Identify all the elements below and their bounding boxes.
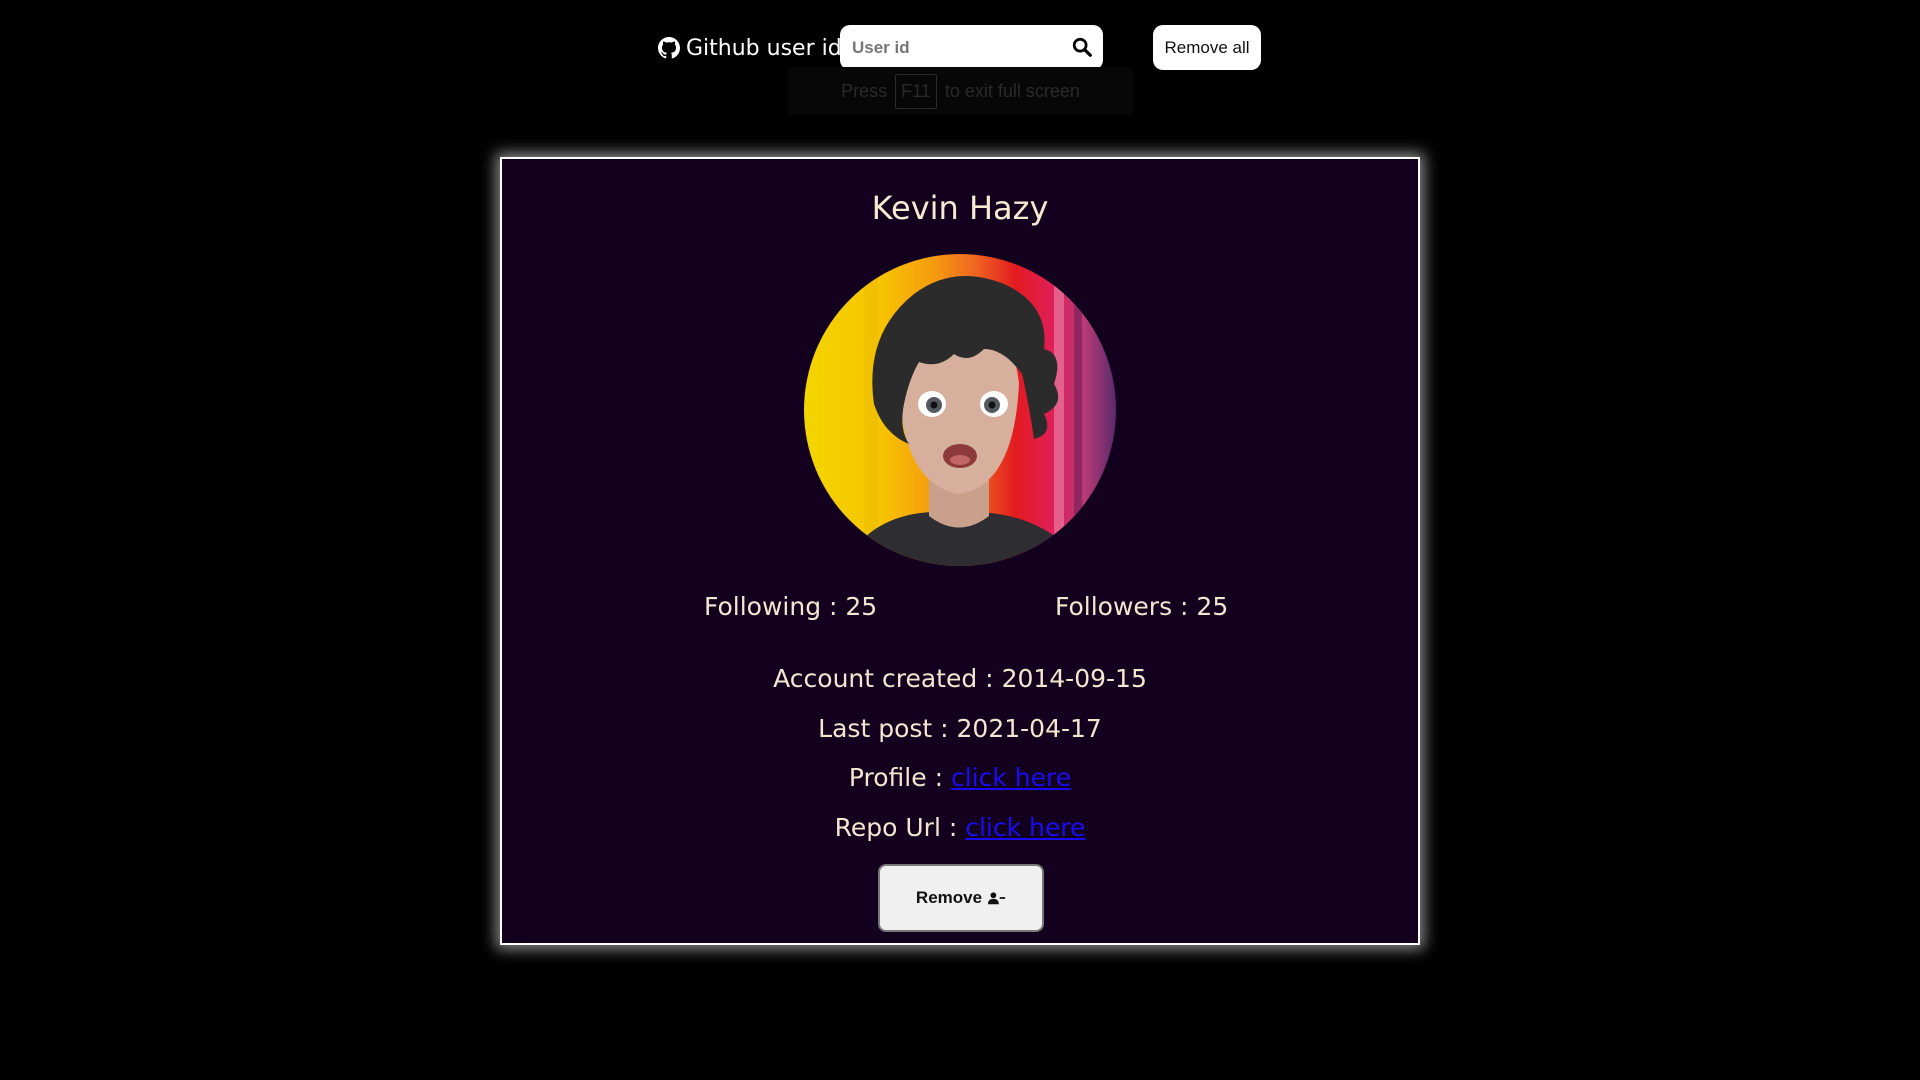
following-label: Following :	[704, 592, 846, 621]
user-id-input[interactable]	[850, 33, 1064, 63]
followers-label: Followers :	[1055, 592, 1197, 621]
account-created-date: 2014-09-15	[1001, 664, 1147, 693]
profile-link[interactable]: click here	[951, 763, 1071, 792]
search-box	[840, 25, 1103, 70]
following-stat: Following : 25	[704, 592, 877, 621]
last-post-date: 2021-04-17	[956, 714, 1102, 743]
avatar	[804, 254, 1116, 566]
fullscreen-hint-suffix: to exit full screen	[944, 80, 1080, 101]
followers-count: 25	[1196, 592, 1229, 621]
github-icon	[658, 37, 680, 59]
github-user-id-text: Github user id:	[686, 35, 850, 61]
following-count: 25	[845, 592, 878, 621]
user-minus-icon	[988, 892, 1006, 905]
profile-line: Profile : click here	[502, 763, 1418, 792]
avatar-image	[804, 254, 1116, 566]
user-name: Kevin Hazy	[871, 189, 1049, 227]
account-created-label: Account created :	[773, 664, 1002, 693]
repo-url-link[interactable]: click here	[965, 813, 1085, 842]
remove-user-button[interactable]: Remove	[878, 864, 1044, 932]
user-card: Kevin Hazy Following: 25 Followers: 25…	[500, 157, 1420, 945]
remove-button-label: Remove	[915, 888, 983, 907]
profile-label: Profile :	[848, 763, 951, 792]
fullscreen-hint: Press F11 to exit full screen	[788, 67, 1133, 115]
remove-all-button[interactable]: Remove all	[1153, 25, 1261, 70]
top-bar: Github user id: Remove all	[0, 25, 1920, 71]
account-created-line: Account created : 2014-09-15	[502, 664, 1418, 693]
fullscreen-hint-prefix: Press	[841, 80, 888, 101]
github-user-id-label: Github user id:	[658, 31, 849, 65]
repo-url-label: Repo Url :	[834, 813, 966, 842]
last-post-line: Last post : 2021-04-17	[502, 714, 1418, 743]
followers-stat: Followers : 25	[1055, 592, 1228, 621]
search-icon[interactable]	[1071, 36, 1093, 58]
fullscreen-hint-key: F11	[895, 73, 937, 109]
repo-url-line: Repo Url : click here	[502, 813, 1418, 842]
last-post-label: Last post :	[818, 714, 957, 743]
